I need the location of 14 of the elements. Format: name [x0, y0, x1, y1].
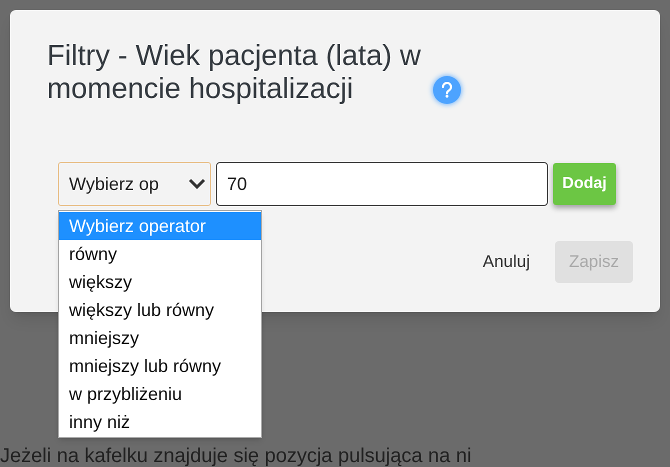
chevron-down-icon — [188, 178, 206, 190]
value-input-field[interactable]: 70 — [216, 162, 548, 206]
operator-option[interactable]: mniejszy lub równy — [59, 352, 261, 380]
operator-option[interactable]: większy lub równy — [59, 296, 261, 324]
operator-option[interactable]: w przybliżeniu — [59, 380, 261, 408]
operator-option[interactable]: równy — [59, 240, 261, 268]
operator-option[interactable]: większy — [59, 268, 261, 296]
background-text: Jeżeli na kafelku znajduje się pozycja pulsująca na ni — [0, 446, 472, 467]
operator-option[interactable]: inny niż — [59, 408, 261, 436]
help-icon[interactable] — [433, 76, 461, 104]
operator-option[interactable]: mniejszy — [59, 324, 261, 352]
cancel-button[interactable]: Anuluj — [472, 241, 540, 283]
operator-select[interactable]: Wybierz op — [58, 162, 211, 206]
title-text: Filtry - Wiek pacjenta (lata) w momencie hospitalizacji — [47, 40, 422, 106]
